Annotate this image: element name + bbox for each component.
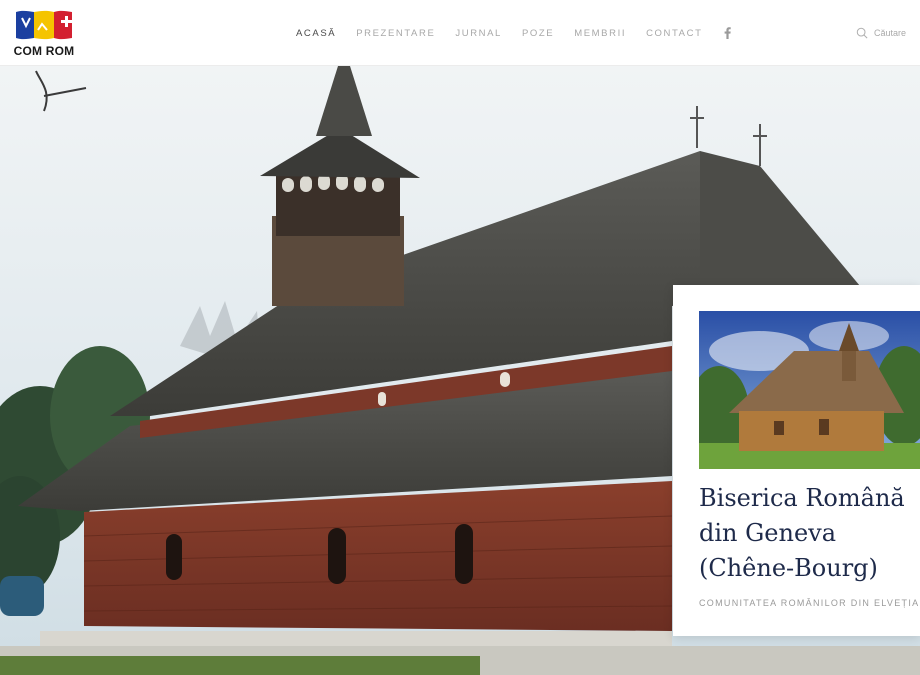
card-title[interactable]: Biserica Română din Geneva (Chêne-Bourg) xyxy=(699,481,920,586)
nav-item-jurnal[interactable]: JURNAL xyxy=(455,28,502,39)
card-thumbnail[interactable] xyxy=(699,311,920,469)
site-header: COM ROM ACASĂ PREZENTARE JURNAL POZE MEM… xyxy=(0,0,920,66)
site-logo[interactable]: COM ROM xyxy=(12,8,76,58)
search-icon xyxy=(856,27,868,39)
nav-item-membrii[interactable]: MEMBRII xyxy=(574,28,626,39)
nav-item-contact[interactable]: CONTACT xyxy=(646,28,702,39)
card-subtitle: COMUNITATEA ROMÂNILOR DIN ELVEȚIA xyxy=(699,598,920,608)
facebook-icon[interactable] xyxy=(722,26,732,40)
card-title-line: din Geneva xyxy=(699,519,837,547)
nav-item-acasa[interactable]: ACASĂ xyxy=(296,28,336,39)
search-input[interactable] xyxy=(874,28,920,38)
search-box[interactable] xyxy=(848,18,920,48)
card-title-line: (Chêne-Bourg) xyxy=(699,554,878,582)
main-nav: ACASĂ PREZENTARE JURNAL POZE MEMBRII CON… xyxy=(296,0,732,66)
nav-item-prezentare[interactable]: PREZENTARE xyxy=(356,28,435,39)
featured-card[interactable]: Biserica Română din Geneva (Chêne-Bourg)… xyxy=(673,285,920,636)
logo-flag-icon xyxy=(16,10,72,40)
logo-text: COM ROM xyxy=(13,44,75,58)
nav-item-poze[interactable]: POZE xyxy=(522,28,554,39)
card-title-line: Biserica Română xyxy=(699,484,905,512)
